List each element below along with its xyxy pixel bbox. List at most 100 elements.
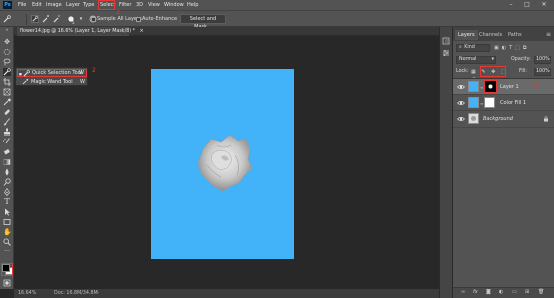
path-selection-tool-icon[interactable] xyxy=(3,208,11,216)
minimize-button[interactable]: – xyxy=(503,0,519,10)
clone-stamp-tool-icon[interactable] xyxy=(3,128,11,136)
lock-icon xyxy=(543,116,549,122)
mask-link-icon[interactable]: ∞ xyxy=(480,85,483,90)
magic-wand-tool-menu-item[interactable]: Magic Wand Tool W xyxy=(17,78,87,86)
close-window-button[interactable]: ✕ xyxy=(536,0,552,10)
rectangle-tool-icon[interactable] xyxy=(3,218,11,226)
healing-brush-tool-icon[interactable] xyxy=(3,108,11,116)
sample-all-layers-checkbox[interactable] xyxy=(91,17,96,22)
callout-number-2: 2 xyxy=(92,67,96,74)
color-fill-1-thumbnail[interactable] xyxy=(468,97,479,108)
menu-layer[interactable]: Layer xyxy=(66,0,80,10)
crop-tool-icon[interactable] xyxy=(3,78,11,86)
opacity-input[interactable]: 100% xyxy=(534,56,551,64)
properties-panel-icon[interactable] xyxy=(442,49,450,57)
marquee-tool-icon[interactable] xyxy=(3,48,11,56)
color-fill-1-mask-thumbnail[interactable] xyxy=(484,97,495,108)
mask-link-icon[interactable]: ∞ xyxy=(480,101,483,106)
blend-mode-select[interactable]: Normal ▾ xyxy=(456,56,496,64)
delete-layer-icon[interactable]: 🗑 xyxy=(538,289,544,295)
adjustment-layer-icon[interactable]: ◐ xyxy=(499,289,503,295)
brush-tool-icon[interactable] xyxy=(3,118,11,126)
panel-menu-icon[interactable]: ≡ xyxy=(546,30,551,40)
panel-collapse-icon[interactable]: » xyxy=(3,28,11,32)
menu-filter[interactable]: Filter xyxy=(119,0,131,10)
gradient-tool-icon[interactable] xyxy=(3,158,11,166)
status-bar: 16.64% Doc: 16.8M/34.8M › xyxy=(14,289,439,298)
menu-edit[interactable]: Edit xyxy=(32,0,42,10)
more-tools-icon[interactable]: ··· xyxy=(3,248,11,256)
callout-number-4: 4 xyxy=(534,82,538,89)
fill-input[interactable]: 100% xyxy=(534,68,551,76)
zoom-tool-icon[interactable] xyxy=(3,238,11,246)
kind-label: Kind xyxy=(464,45,475,50)
document-canvas[interactable] xyxy=(151,69,294,259)
quick-selection-tool-preset-icon[interactable] xyxy=(3,15,11,23)
visibility-eye-icon[interactable] xyxy=(457,83,465,91)
frame-tool-icon[interactable] xyxy=(3,88,11,96)
menu-type[interactable]: Type xyxy=(83,0,94,10)
close-tab-icon[interactable]: × xyxy=(140,29,144,34)
layer-1-thumbnail[interactable] xyxy=(468,81,479,92)
visibility-eye-icon[interactable] xyxy=(457,115,465,123)
layer-style-icon[interactable]: fx xyxy=(473,289,478,295)
visibility-eye-icon[interactable] xyxy=(457,99,465,107)
add-mask-icon[interactable]: ◙ xyxy=(486,289,491,295)
subtract-from-selection-icon[interactable] xyxy=(53,15,61,23)
tab-channels[interactable]: Channels xyxy=(479,30,502,40)
menu-image[interactable]: Image xyxy=(46,0,62,10)
layer-1-name[interactable]: Layer 1 xyxy=(500,79,519,95)
hand-tool-icon[interactable]: ✋ xyxy=(3,228,12,236)
menu-view[interactable]: View xyxy=(148,0,160,10)
history-brush-tool-icon[interactable] xyxy=(3,138,11,146)
background-layer-name[interactable]: Background xyxy=(483,111,513,127)
new-layer-icon[interactable]: ⊞ xyxy=(525,289,529,295)
layer-row-layer-1[interactable]: ∞ Layer 1 xyxy=(453,79,554,95)
layer-kind-filter[interactable]: ⌕ Kind xyxy=(456,44,490,52)
tab-paths[interactable]: Paths xyxy=(508,30,522,40)
document-tab[interactable]: flower14.jpg @ 16.6% (Layer 1, Layer Mas… xyxy=(17,27,144,36)
link-layers-icon[interactable]: ∞ xyxy=(461,289,465,295)
select-and-mask-button[interactable]: Select and Mask... xyxy=(180,14,226,30)
layer-row-color-fill-1[interactable]: ∞ Color Fill 1 xyxy=(453,95,554,111)
new-selection-icon[interactable] xyxy=(31,15,39,23)
quick-selection-tool-icon[interactable] xyxy=(3,68,11,76)
eyedropper-tool-icon[interactable] xyxy=(3,98,12,106)
layer-1-mask-thumbnail[interactable] xyxy=(484,80,497,93)
color-fill-1-name[interactable]: Color Fill 1 xyxy=(500,95,526,111)
add-to-selection-icon[interactable] xyxy=(42,15,50,23)
background-thumbnail[interactable] xyxy=(468,113,479,124)
photoshop-logo[interactable]: Ps xyxy=(3,1,12,9)
eraser-tool-icon[interactable] xyxy=(3,148,11,156)
history-panel-icon[interactable] xyxy=(442,37,450,45)
magic-wand-shortcut: W xyxy=(80,79,85,85)
tab-layers[interactable]: Layers xyxy=(455,30,478,40)
quick-mask-icon[interactable] xyxy=(3,279,11,287)
type-tool-icon[interactable]: T xyxy=(3,198,11,206)
menu-help[interactable]: Help xyxy=(187,0,198,10)
fill-label: Fill: xyxy=(519,69,528,74)
layer-filter-icons[interactable]: ▣◐T⬚⧉ xyxy=(494,44,548,52)
dodge-tool-icon[interactable] xyxy=(3,178,11,186)
status-menu-arrow[interactable]: › xyxy=(97,289,99,298)
menu-3d[interactable]: 3D xyxy=(136,0,143,10)
tools-panel: » ✥ T ✋ ··· xyxy=(0,27,14,289)
layer-row-background[interactable]: Background xyxy=(453,111,554,128)
menu-file[interactable]: File xyxy=(18,0,26,10)
maximize-button[interactable]: □ xyxy=(519,0,535,10)
tool-flyout-menu: ■ Quick Selection Tool W Magic Wand Tool… xyxy=(15,67,88,86)
blur-tool-icon[interactable] xyxy=(3,168,11,176)
pen-tool-icon[interactable] xyxy=(3,187,11,197)
layers-panel-group: Layers Channels Paths ≡ ⌕ Kind ▣◐T⬚⧉ Nor… xyxy=(452,27,554,298)
new-group-icon[interactable]: ▭ xyxy=(512,289,517,295)
select-menu-highlight xyxy=(98,0,115,10)
move-tool-icon[interactable]: ✥ xyxy=(3,38,11,46)
zoom-level[interactable]: 16.64% xyxy=(18,289,36,298)
filter-search-icon: ⌕ xyxy=(459,45,462,50)
menu-window[interactable]: Window xyxy=(164,0,184,10)
quick-selection-tool-menu-item[interactable]: ■ Quick Selection Tool W xyxy=(17,69,87,77)
lasso-tool-icon[interactable] xyxy=(3,58,11,66)
auto-enhance-checkbox[interactable] xyxy=(136,17,141,22)
options-bar: 5 ▾ Sample All Layers Auto-Enhance Selec… xyxy=(0,10,554,30)
chevron-down-icon[interactable]: ▾ xyxy=(77,15,85,23)
